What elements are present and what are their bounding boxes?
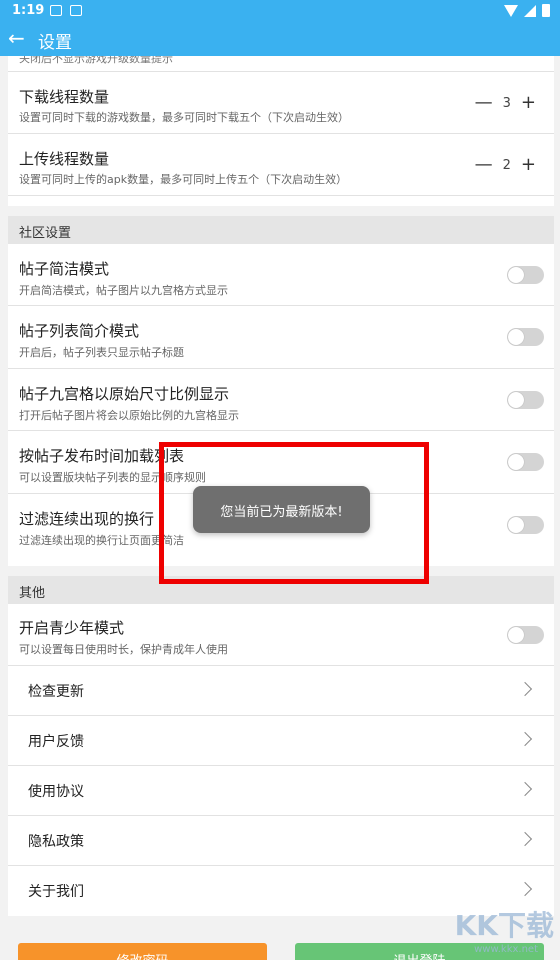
toggle-knob bbox=[508, 329, 524, 345]
upload-threads-row: 上传线程数量 设置可同时上传的apk数量，最多可同时上传五个（下次启动生效） —… bbox=[8, 134, 554, 196]
watermark-logo: KK下载 bbox=[454, 909, 554, 942]
page-title: 设置 bbox=[38, 33, 72, 53]
toggle-row-original-ratio[interactable]: 帖子九宫格以原始尺寸比例显示 打开后帖子图片将会以原始比例的九宫格显示 bbox=[8, 369, 554, 431]
nav-label: 使用协议 bbox=[28, 784, 84, 800]
upload-threads-title: 上传线程数量 bbox=[19, 150, 110, 168]
download-threads-title: 下载线程数量 bbox=[19, 88, 110, 106]
toggle-title: 开启青少年模式 bbox=[19, 619, 125, 637]
bottom-buttons: 修改密码 退出登陆 bbox=[18, 943, 544, 960]
download-threads-stepper: — 3 + bbox=[475, 94, 536, 112]
app-notification-icon bbox=[70, 5, 82, 16]
toggle-title: 过滤连续出现的换行 bbox=[19, 510, 155, 528]
highlight-frame bbox=[159, 442, 429, 584]
toggle-row-list-summary-mode[interactable]: 帖子列表简介模式 开启后，帖子列表只显示帖子标题 bbox=[8, 306, 554, 369]
change-password-button[interactable]: 修改密码 bbox=[18, 943, 267, 960]
nav-user-feedback[interactable]: 用户反馈 bbox=[8, 716, 554, 766]
settings-list[interactable]: 关闭后不显示游戏升级数量提示 下载线程数量 设置可同时下载的游戏数量，最多可同时… bbox=[8, 56, 554, 206]
back-arrow-icon[interactable]: ← bbox=[8, 25, 25, 51]
status-time: 1:19 bbox=[12, 3, 45, 18]
toggle-title: 帖子简洁模式 bbox=[19, 260, 110, 278]
signal-icon bbox=[524, 4, 536, 17]
watermark-url: www.kkx.net bbox=[474, 944, 538, 955]
toggle-desc: 开启简洁模式，帖子图片以九宫格方式显示 bbox=[19, 284, 228, 297]
toggle-switch[interactable] bbox=[507, 453, 544, 471]
minus-button[interactable]: — bbox=[475, 94, 493, 112]
nav-label: 用户反馈 bbox=[28, 734, 84, 750]
status-bar: 1:19 bbox=[0, 0, 560, 22]
toggle-knob bbox=[508, 392, 524, 408]
minus-button[interactable]: — bbox=[475, 156, 493, 174]
toggle-knob bbox=[508, 517, 524, 533]
upload-threads-desc: 设置可同时上传的apk数量，最多可同时上传五个（下次启动生效） bbox=[19, 173, 348, 186]
plus-button[interactable]: + bbox=[521, 156, 536, 174]
toggle-switch[interactable] bbox=[507, 391, 544, 409]
clipped-row: 关闭后不显示游戏升级数量提示 bbox=[8, 56, 554, 70]
plus-button[interactable]: + bbox=[521, 94, 536, 112]
upload-threads-value: 2 bbox=[502, 157, 511, 173]
clipped-desc: 关闭后不显示游戏升级数量提示 bbox=[19, 56, 173, 65]
toggle-switch[interactable] bbox=[507, 626, 544, 644]
toggle-knob bbox=[508, 267, 524, 283]
image-notification-icon bbox=[50, 5, 62, 16]
nav-check-update[interactable]: 检查更新 bbox=[8, 666, 554, 716]
toggle-switch[interactable] bbox=[507, 516, 544, 534]
battery-icon bbox=[542, 4, 550, 17]
nav-privacy[interactable]: 隐私政策 bbox=[8, 816, 554, 866]
upload-threads-stepper: — 2 + bbox=[475, 156, 536, 174]
toggle-desc: 可以设置每日使用时长，保护青成年人使用 bbox=[19, 643, 228, 656]
toggle-switch[interactable] bbox=[507, 266, 544, 284]
toggle-desc: 打开后帖子图片将会以原始比例的九宫格显示 bbox=[19, 409, 239, 422]
chevron-right-icon bbox=[517, 781, 533, 797]
toggle-row-teen-mode[interactable]: 开启青少年模式 可以设置每日使用时长，保护青成年人使用 bbox=[8, 604, 554, 666]
toggle-row-concise-mode[interactable]: 帖子简洁模式 开启简洁模式，帖子图片以九宫格方式显示 bbox=[8, 244, 554, 306]
nav-label: 检查更新 bbox=[28, 684, 84, 700]
section-title: 社区设置 bbox=[19, 226, 72, 241]
nav-label: 关于我们 bbox=[28, 884, 84, 900]
toggle-knob bbox=[508, 627, 524, 643]
app-toolbar: ← 设置 bbox=[0, 22, 560, 56]
toggle-switch[interactable] bbox=[507, 328, 544, 346]
nav-terms[interactable]: 使用协议 bbox=[8, 766, 554, 816]
toggle-title: 帖子九宫格以原始尺寸比例显示 bbox=[19, 385, 230, 403]
toggle-knob bbox=[508, 454, 524, 470]
wifi-icon bbox=[504, 4, 518, 17]
status-icons bbox=[504, 4, 550, 17]
section-title: 其他 bbox=[19, 586, 46, 601]
chevron-right-icon bbox=[517, 681, 533, 697]
chevron-right-icon bbox=[517, 881, 533, 897]
toggle-desc: 开启后，帖子列表只显示帖子标题 bbox=[19, 346, 184, 359]
nav-label: 隐私政策 bbox=[28, 834, 84, 850]
other-section: 其他 开启青少年模式 可以设置每日使用时长，保护青成年人使用 检查更新 用户反馈… bbox=[8, 566, 554, 916]
section-header-community: 社区设置 bbox=[8, 216, 554, 244]
toggle-title: 帖子列表简介模式 bbox=[19, 322, 140, 340]
chevron-right-icon bbox=[517, 831, 533, 847]
download-threads-value: 3 bbox=[502, 95, 511, 111]
button-label: 修改密码 bbox=[18, 950, 267, 960]
download-threads-row: 下载线程数量 设置可同时下载的游戏数量，最多可同时下载五个（下次启动生效） — … bbox=[8, 72, 554, 134]
download-threads-desc: 设置可同时下载的游戏数量，最多可同时下载五个（下次启动生效） bbox=[19, 111, 349, 124]
chevron-right-icon bbox=[517, 731, 533, 747]
